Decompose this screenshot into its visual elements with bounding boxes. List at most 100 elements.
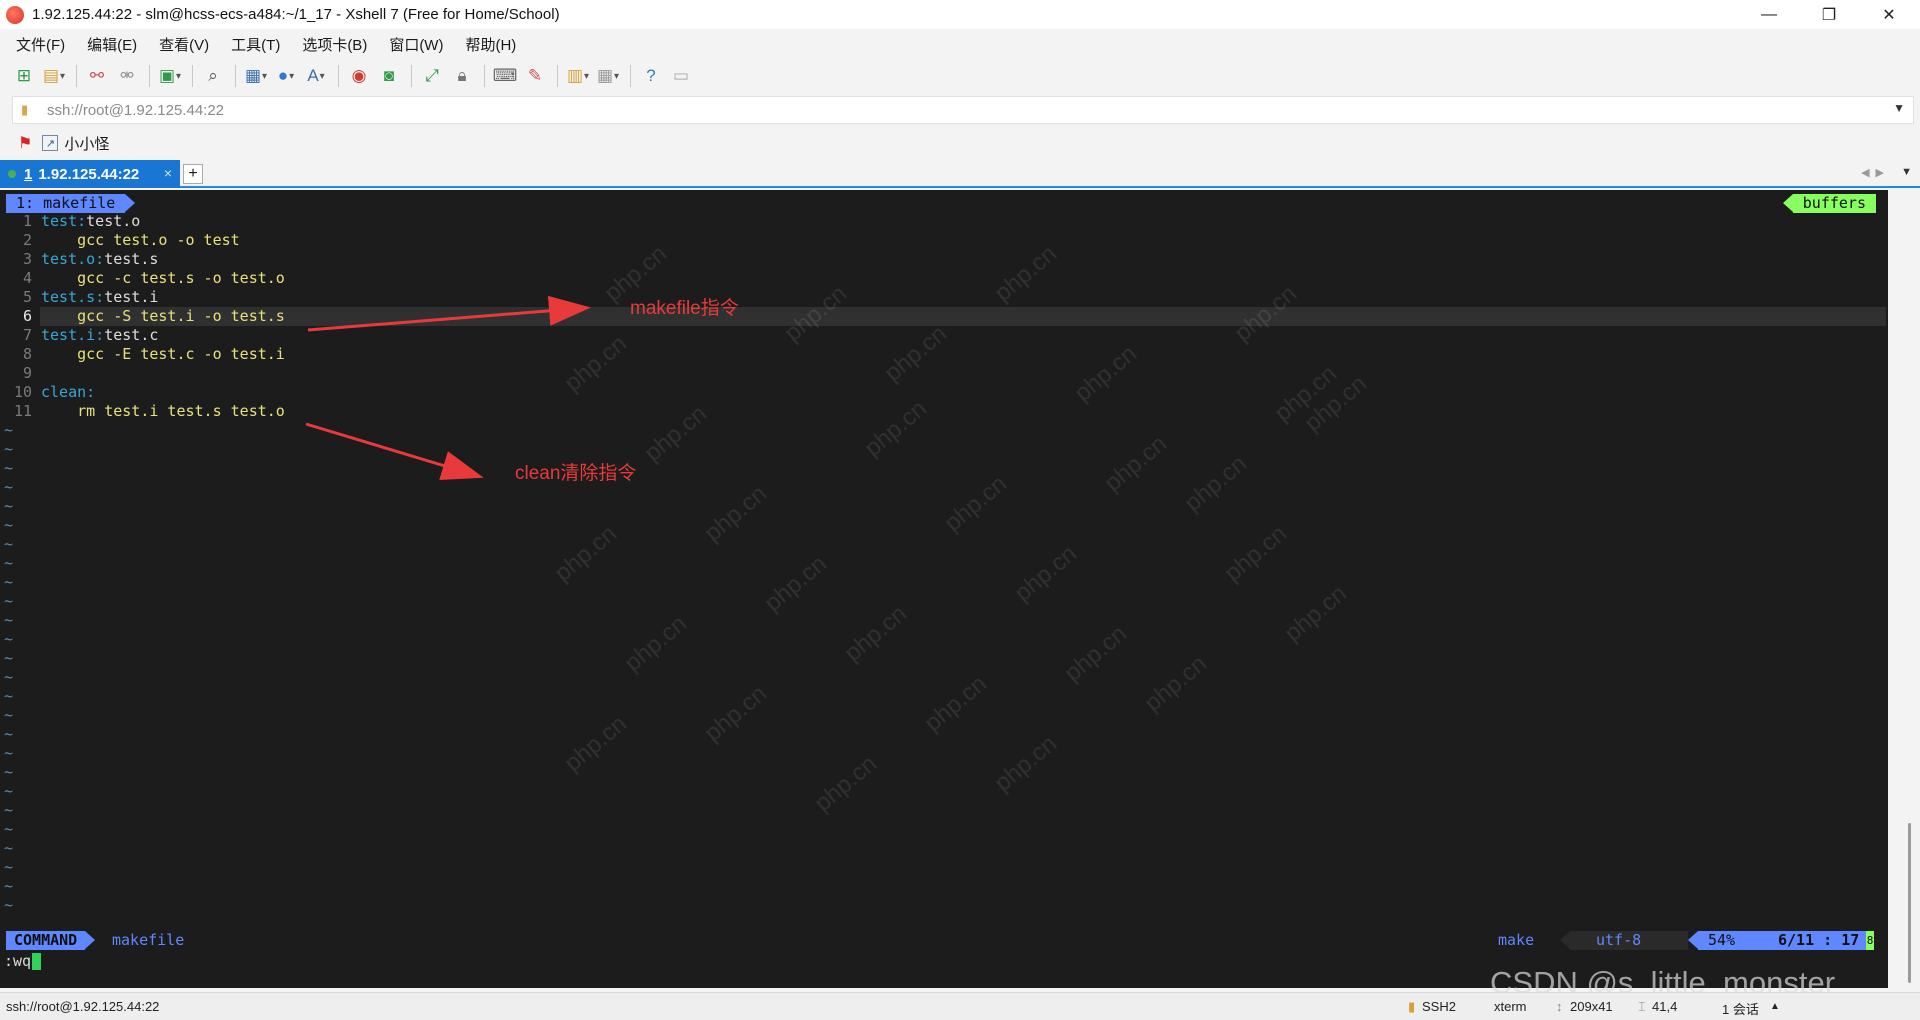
menu-edit[interactable]: 编辑(E) xyxy=(83,31,141,58)
empty-line-tilde: ~ xyxy=(4,706,14,724)
keyboard-icon[interactable]: ⌨ xyxy=(493,64,518,88)
make-target: test.i: xyxy=(41,326,105,344)
link-item[interactable]: ↗ 小小怪 xyxy=(42,133,109,154)
watermark-text: php.cn xyxy=(759,550,832,618)
minimize-button[interactable]: — xyxy=(1746,0,1792,29)
tab-list-chevron-icon[interactable]: ▼ xyxy=(1901,166,1912,178)
watermark-text: php.cn xyxy=(619,610,692,678)
lock-icon[interactable]: 🔒︎ xyxy=(450,64,474,88)
line-code: gcc -S test.i -o test.s xyxy=(41,307,285,326)
menu-view[interactable]: 查看(V) xyxy=(155,31,213,58)
buffers-label: buffers xyxy=(1782,194,1876,213)
line-number: 6 xyxy=(22,307,32,325)
open-folder-icon[interactable]: ▤ xyxy=(42,64,66,88)
empty-line-tilde: ~ xyxy=(4,763,14,781)
title-bar: 1.92.125.44:22 - slm@hcss-ecs-a484:~/1_1… xyxy=(0,0,1920,29)
status-percent: 54% xyxy=(1708,931,1736,949)
close-button[interactable]: ✕ xyxy=(1866,0,1912,29)
status-position-segment: 54% 6/11 : 17 8 xyxy=(1688,931,1874,950)
make-dependency: test.s xyxy=(104,250,159,268)
status-sessions[interactable]: 1 会话 xyxy=(1722,999,1759,1018)
link-label: 小小怪 xyxy=(64,135,110,153)
line-code: test.o:test.s xyxy=(41,250,158,269)
line-code: gcc -c test.s -o test.o xyxy=(41,269,285,288)
empty-line-tilde: ~ xyxy=(4,687,14,705)
watermark-text: php.cn xyxy=(809,750,882,818)
tab-close-icon[interactable]: × xyxy=(164,165,172,181)
status-bar: ssh://root@1.92.125.44:22 ▮ SSH2 xterm ↕… xyxy=(0,992,1920,1020)
make-target: test: xyxy=(41,212,87,230)
xshell-logo-icon xyxy=(6,5,24,24)
empty-line-tilde: ~ xyxy=(4,858,14,876)
code-line: 6 gcc -S test.i -o test.s xyxy=(0,307,1888,326)
line-number: 11 xyxy=(13,402,32,420)
empty-line-tilde: ~ xyxy=(4,744,14,762)
toolbar-divider xyxy=(411,65,412,87)
tab-scroll-arrows[interactable]: ◀▶ xyxy=(1861,166,1890,179)
toolbar: ⊞ ▤ ⚯ ⚮ ▣ ⌕ ▦ ● A ◉ ◙ ⤢ 🔒︎ ⌨ ✎ ▥ ▦ ? ▭ xyxy=(0,59,1920,93)
empty-line-tilde: ~ xyxy=(4,896,14,914)
terminal-scrollbar[interactable] xyxy=(1888,190,1920,988)
chat-icon[interactable]: ▭ xyxy=(669,64,693,88)
make-command: gcc -E test.c -o test.i xyxy=(41,345,285,363)
menu-file[interactable]: 文件(F) xyxy=(12,31,69,58)
status-position: 6/11 : 17 xyxy=(1778,931,1860,949)
status-connection: ssh://root@1.92.125.44:22 xyxy=(6,999,160,1014)
vim-buffer-line: 1: makefile buffers xyxy=(0,194,1888,213)
line-number: 3 xyxy=(22,250,32,268)
menu-help[interactable]: 帮助(H) xyxy=(461,31,520,58)
vim-command-line[interactable]: :wq xyxy=(4,952,42,971)
line-code: gcc -E test.c -o test.i xyxy=(41,345,285,364)
properties-icon[interactable]: ▣ xyxy=(158,64,182,88)
chevron-down-icon[interactable]: ▼ xyxy=(1893,101,1905,115)
clean-annotation: clean清除指令 xyxy=(515,463,637,484)
terminal[interactable]: 1: makefile buffers 1 test:test.o 2 gcc te… xyxy=(0,190,1888,988)
address-bar[interactable]: ▮ ssh://root@1.92.125.44:22 ▼ xyxy=(12,96,1914,124)
line-code: rm test.i test.s test.o xyxy=(41,402,285,421)
compose-icon[interactable]: ✎ xyxy=(523,64,547,88)
new-session-icon[interactable]: ⊞ xyxy=(12,64,36,88)
empty-line-tilde: ~ xyxy=(4,554,14,572)
globe-icon[interactable]: ● xyxy=(274,64,298,88)
reconnect-icon[interactable]: ⚯ xyxy=(85,64,109,88)
empty-line-tilde: ~ xyxy=(4,421,14,439)
bookmark-icon[interactable]: ⚑ xyxy=(18,133,32,153)
empty-line-tilde: ~ xyxy=(4,592,14,610)
grid-icon[interactable]: ▦ xyxy=(596,64,620,88)
menu-tools[interactable]: 工具(T) xyxy=(227,31,284,58)
line-code: test.i:test.c xyxy=(41,326,158,345)
vim-mode: COMMAND xyxy=(6,931,96,950)
toolbar-divider xyxy=(192,65,193,87)
cursor-pos-icon: ⌶ xyxy=(1638,999,1646,1014)
help-icon[interactable]: ? xyxy=(639,64,663,88)
empty-line-tilde: ~ xyxy=(4,611,14,629)
menu-bar: 文件(F) 编辑(E) 查看(V) 工具(T) 选项卡(B) 窗口(W) 帮助(… xyxy=(0,29,1920,59)
tab-number: 1 xyxy=(24,165,33,183)
disconnect-icon[interactable]: ⚮ xyxy=(115,64,139,88)
scrollbar-thumb[interactable] xyxy=(1908,823,1911,983)
xshell-icon[interactable]: ◉ xyxy=(347,64,371,88)
sessions-chevron-icon[interactable]: ▲ xyxy=(1770,1001,1780,1012)
lock-icon: ▮ xyxy=(21,102,29,117)
window-title: 1.92.125.44:22 - slm@hcss-ecs-a484:~/1_1… xyxy=(32,6,560,23)
watermark-text: php.cn xyxy=(1009,540,1082,608)
find-icon[interactable]: ⌕ xyxy=(201,64,225,88)
empty-line-tilde: ~ xyxy=(4,535,14,553)
session-tab[interactable]: 1 1.92.125.44:22 × xyxy=(0,160,180,188)
menu-window[interactable]: 窗口(W) xyxy=(385,31,447,58)
buffer-tab: 1: makefile xyxy=(6,194,136,213)
restore-button[interactable]: ❐ xyxy=(1806,0,1852,29)
toolbar-divider xyxy=(630,65,631,87)
font-icon[interactable]: A xyxy=(304,64,328,88)
terminal-cursor xyxy=(32,953,42,970)
layout-icon[interactable]: ▦ xyxy=(244,64,268,88)
new-tab-folder-icon[interactable]: ▥ xyxy=(566,64,590,88)
status-terminal-type: xterm xyxy=(1494,999,1527,1014)
menu-tabs[interactable]: 选项卡(B) xyxy=(298,31,371,58)
empty-line-tilde: ~ xyxy=(4,801,14,819)
add-tab-button[interactable]: + xyxy=(183,164,203,184)
code-line: 11 rm test.i test.s test.o xyxy=(0,402,1888,421)
fullscreen-icon[interactable]: ⤢ xyxy=(420,64,444,88)
line-code: gcc test.o -o test xyxy=(41,231,240,250)
xftp-icon[interactable]: ◙ xyxy=(377,64,401,88)
